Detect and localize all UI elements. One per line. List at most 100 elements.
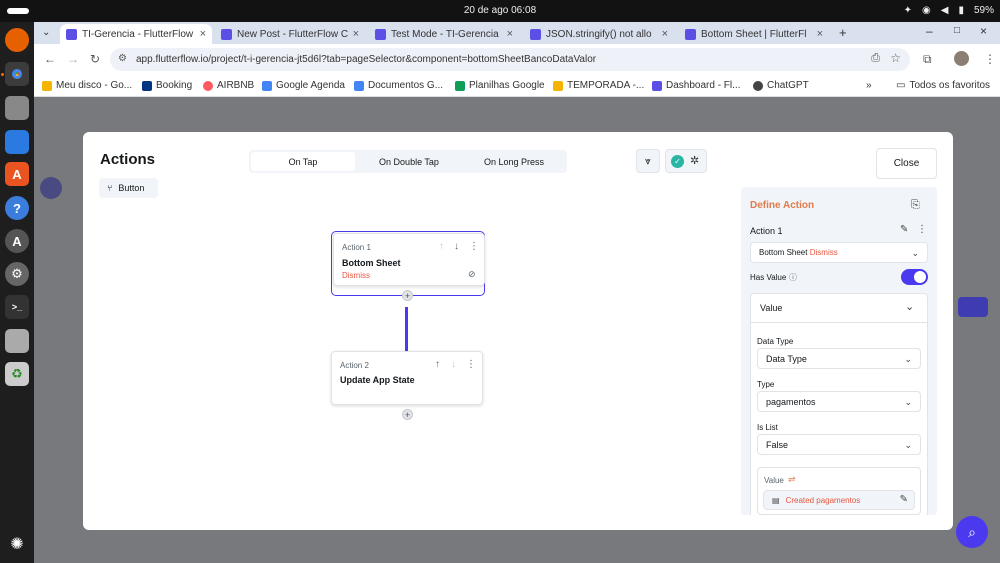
browser-menu-icon[interactable]: ⋮ [984, 52, 996, 66]
system-tray[interactable]: ✦ ◉ ◀ ▮ 59% [904, 5, 994, 16]
site-info-icon[interactable]: ⚙ [118, 53, 127, 64]
more-icon[interactable]: ⋮ [466, 359, 476, 370]
bookmark-item[interactable]: Google Agenda [262, 80, 345, 91]
close-tab-icon[interactable]: × [200, 28, 206, 40]
bookmark-label: Dashboard - Fl... [666, 80, 741, 91]
info-icon[interactable]: ⓘ [789, 272, 797, 283]
close-tab-icon[interactable]: × [353, 28, 359, 40]
edit-icon[interactable]: ✎ [900, 494, 908, 505]
variable-icon[interactable]: ⇌ [788, 474, 796, 485]
show-apps-icon[interactable]: ✺ [5, 532, 29, 556]
bug-icon[interactable]: ✲ [690, 154, 699, 167]
move-down-icon[interactable]: ↓ [454, 241, 459, 252]
tab-3[interactable]: Test Mode - TI-Gerencia × [369, 24, 519, 44]
bookmark-star-icon[interactable]: ☆ [890, 51, 901, 65]
check-circle-icon[interactable]: ✓ [671, 155, 684, 168]
tab-1[interactable]: TI-Gerencia - FlutterFlow × [60, 24, 212, 44]
tab-on-long-press[interactable]: On Long Press [463, 152, 565, 171]
has-value-toggle[interactable] [901, 269, 928, 285]
tab-on-double-tap[interactable]: On Double Tap [357, 152, 461, 171]
docs-icon [354, 80, 364, 91]
close-tab-icon[interactable]: × [507, 28, 513, 40]
bookmark-item[interactable]: Documentos G... [354, 80, 443, 91]
back-icon[interactable]: ← [44, 52, 56, 66]
bookmark-item[interactable]: Dashboard - Fl... [652, 80, 740, 91]
bookmark-item[interactable]: TEMPORADA -... [553, 80, 644, 91]
bookmark-item[interactable]: Booking [142, 80, 192, 91]
booking-icon [142, 80, 152, 91]
value-source-field[interactable]: ▤ Created pagamentos ✎ [763, 490, 915, 510]
bookmarks-overflow-button[interactable]: » [866, 80, 872, 91]
has-value-label: Has Value [750, 273, 787, 282]
close-window-icon[interactable]: × [980, 24, 987, 38]
install-app-icon[interactable]: ⎙ [871, 52, 880, 65]
tab-5[interactable]: Bottom Sheet | FlutterFl × [679, 24, 829, 44]
move-up-icon[interactable]: ↑ [435, 359, 440, 370]
tab-2[interactable]: New Post - FlutterFlow C × [215, 24, 365, 44]
tab-title: New Post - FlutterFlow C [237, 28, 349, 40]
add-action-button[interactable]: + [402, 290, 413, 301]
bookmark-item[interactable]: Meu disco - Go... [42, 80, 132, 91]
action-card-2[interactable]: Action 2 ↑ ↓ ⋮ Update App State [331, 351, 483, 405]
action-card-1[interactable]: Action 1 ↑ ↓ ⋮ Bottom Sheet Dismiss ⊘ [333, 233, 485, 286]
action-subtype-value: Dismiss [809, 248, 838, 257]
all-bookmarks-button[interactable]: ▭ Todos os favoritos [896, 80, 990, 91]
chat-support-button[interactable]: ⌕ [956, 516, 988, 548]
add-action-button[interactable]: + [402, 409, 413, 420]
help-icon[interactable]: ? [5, 196, 29, 220]
text-editor-icon[interactable] [5, 329, 29, 353]
is-list-select[interactable]: False ⌄ [757, 434, 921, 455]
writer-icon[interactable] [5, 130, 29, 154]
url-bar[interactable]: ⚙ app.flutterflow.io/project/t-i-gerenci… [110, 48, 910, 71]
software-center-icon[interactable]: A [5, 162, 29, 186]
firefox-icon[interactable] [5, 28, 29, 52]
volume-icon: ◀ [940, 5, 949, 16]
action-type-select[interactable]: Bottom Sheet Dismiss ⌄ [750, 242, 928, 263]
data-type-select[interactable]: Data Type ⌄ [757, 348, 921, 369]
documentation-icon[interactable]: ⎘ [911, 199, 920, 212]
move-down-icon[interactable]: ↓ [451, 359, 456, 370]
widget-chip-label: Button [118, 183, 145, 193]
bookmark-item[interactable]: AIRBNB [203, 80, 254, 91]
close-tab-icon[interactable]: × [817, 28, 823, 40]
tab-4[interactable]: JSON.stringify() not allo × [524, 24, 674, 44]
profile-avatar[interactable] [954, 51, 969, 66]
settings-gear-icon[interactable]: ⚙ [5, 262, 29, 286]
tab-on-tap[interactable]: On Tap [251, 152, 355, 171]
bookmark-item[interactable]: Planilhas Google [455, 80, 545, 91]
more-icon[interactable]: ⋮ [917, 224, 927, 235]
extensions-icon[interactable]: ⧉ [923, 52, 932, 67]
forward-icon[interactable]: → [67, 52, 79, 66]
tab-search-icon[interactable]: ⌄ [42, 27, 50, 38]
bookmark-item[interactable]: ChatGPT [753, 80, 809, 91]
new-tab-button[interactable]: + [839, 25, 847, 40]
address-toolbar: ← → ↻ ⚙ app.flutterflow.io/project/t-i-g… [34, 44, 1000, 75]
type-label: Type [757, 380, 775, 389]
flutterflow-favicon-icon [221, 28, 232, 40]
terminal-icon[interactable]: >_ [5, 295, 29, 319]
files-icon[interactable] [5, 96, 29, 120]
chevron-down-icon[interactable]: ⌄ [905, 300, 914, 313]
maximize-icon[interactable]: □ [954, 25, 960, 36]
disable-action-icon[interactable]: ⊘ [468, 269, 476, 280]
minimize-icon[interactable]: – [926, 24, 933, 38]
folder-drive-icon [553, 80, 563, 91]
updater-icon[interactable]: A [5, 229, 29, 253]
type-select[interactable]: pagamentos ⌄ [757, 391, 921, 412]
move-up-icon[interactable]: ↑ [439, 241, 444, 252]
close-tab-icon[interactable]: × [662, 28, 668, 40]
reload-icon[interactable]: ↻ [90, 52, 100, 66]
ai-assist-button[interactable]: ⩔ [636, 149, 660, 173]
edit-icon[interactable]: ✎ [900, 224, 908, 235]
close-button[interactable]: Close [876, 148, 937, 179]
bookmarks-bar: Meu disco - Go... Booking AIRBNB Google … [34, 75, 1000, 97]
widget-chip[interactable]: ⑂ Button [99, 178, 158, 198]
trash-icon[interactable]: ♻ [5, 362, 29, 386]
action-subtype: Dismiss [342, 271, 370, 280]
value-section-title[interactable]: Value [760, 303, 782, 313]
more-icon[interactable]: ⋮ [469, 241, 479, 252]
is-list-label: Is List [757, 423, 778, 432]
system-clock[interactable]: 20 de ago 06:08 [0, 5, 1000, 16]
os-top-bar: 20 de ago 06:08 ✦ ◉ ◀ ▮ 59% [0, 0, 1000, 22]
chrome-icon[interactable] [5, 62, 29, 86]
